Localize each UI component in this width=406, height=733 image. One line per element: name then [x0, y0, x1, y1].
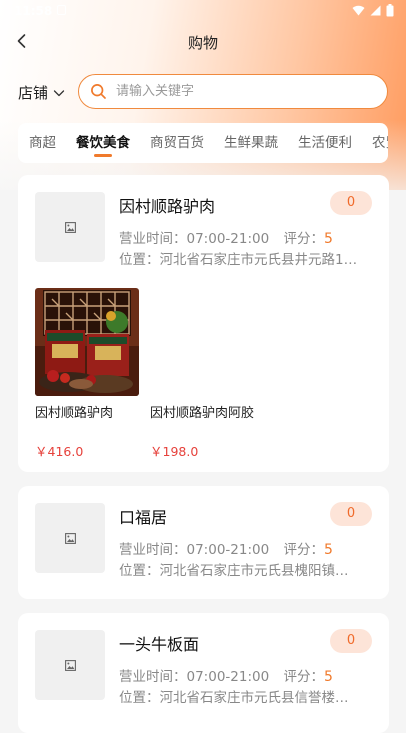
- store-thumbnail: [35, 192, 105, 262]
- hours-label: 营业时间：: [119, 669, 187, 685]
- tab-farm-market[interactable]: 农贸: [372, 123, 388, 163]
- store-thumbnail: [35, 630, 105, 700]
- cart-count-badge: 0: [330, 502, 372, 526]
- product-price: ￥416.0: [35, 444, 84, 459]
- hours-value: 07:00-21:00: [186, 231, 270, 247]
- tab-food[interactable]: 餐饮美食: [76, 123, 130, 163]
- score-value: 5: [323, 542, 333, 558]
- product-name: 因村顺路驴肉阿胶: [150, 406, 255, 421]
- score-label: 评分：: [283, 669, 324, 685]
- store-card[interactable]: 因村顺路驴肉 0 营业时间：07:00-21:00 评分：5 位置：河北省石家庄…: [18, 175, 389, 472]
- tab-general-goods[interactable]: 商贸百货: [150, 123, 204, 163]
- product-name: 因村顺路驴肉: [35, 406, 114, 421]
- store-name: 因村顺路驴肉: [119, 197, 216, 216]
- notification-icon: [57, 5, 66, 15]
- search-input[interactable]: [114, 83, 358, 100]
- score-label: 评分：: [283, 231, 324, 247]
- address-label: 位置：: [119, 563, 160, 579]
- image-placeholder-icon: [64, 659, 76, 671]
- wifi-icon: [352, 5, 365, 16]
- product-item[interactable]: 因村顺路驴肉阿胶 ￥198.0: [150, 288, 258, 460]
- score-value: 5: [323, 231, 333, 247]
- store-card[interactable]: 口福居 0 营业时间：07:00-21:00 评分：5 位置：河北省石家庄市元氏…: [18, 486, 389, 599]
- cart-count-badge: 0: [330, 191, 372, 215]
- store-address: 位置：河北省石家庄市元氏县井元路1…: [119, 248, 374, 268]
- address-label: 位置：: [119, 252, 160, 268]
- product-price: ￥198.0: [150, 444, 199, 459]
- status-bar: 11:58: [0, 0, 406, 22]
- product-item[interactable]: 因村顺路驴肉 ￥416.0: [35, 288, 143, 460]
- system-icons: [352, 4, 394, 17]
- hours-label: 营业时间：: [119, 542, 187, 558]
- score-label: 评分：: [283, 542, 324, 558]
- store-card[interactable]: 一头牛板面 0 营业时间：07:00-21:00 评分：5 位置：河北省石家庄市…: [18, 613, 389, 733]
- tab-convenience[interactable]: 生活便利: [298, 123, 352, 163]
- store-name: 一头牛板面: [119, 635, 200, 654]
- tab-fresh-produce[interactable]: 生鲜果蔬: [224, 123, 278, 163]
- address-value: 河北省石家庄市元氏县信誉楼…: [159, 690, 349, 706]
- store-hours: 营业时间：07:00-21:00 评分：5: [119, 665, 333, 685]
- page-title: 购物: [187, 34, 218, 52]
- address-value: 河北省石家庄市元氏县井元路1…: [159, 252, 358, 268]
- image-placeholder-icon: [64, 532, 76, 544]
- store-hours: 营业时间：07:00-21:00 评分：5: [119, 227, 333, 247]
- signal-icon: [370, 5, 381, 16]
- product-image: [35, 288, 139, 396]
- battery-icon: [386, 4, 394, 17]
- chevron-down-icon: [53, 89, 65, 96]
- shop-type-label: 店铺: [18, 84, 49, 102]
- search-icon: [91, 84, 106, 99]
- store-hours: 营业时间：07:00-21:00 评分：5: [119, 538, 333, 558]
- address-value: 河北省石家庄市元氏县槐阳镇…: [159, 563, 349, 579]
- hours-value: 07:00-21:00: [186, 669, 270, 685]
- tab-supermarket[interactable]: 商超: [29, 123, 56, 163]
- store-thumbnail: [35, 503, 105, 573]
- category-tabs: 商超餐饮美食商贸百货生鲜果蔬生活便利农贸: [18, 123, 388, 163]
- product-image: [150, 288, 254, 396]
- store-name: 口福居: [119, 508, 168, 527]
- address-label: 位置：: [119, 690, 160, 706]
- nav-bar: 购物: [0, 22, 406, 64]
- shop-type-dropdown[interactable]: 店铺: [18, 82, 66, 103]
- hours-label: 营业时间：: [119, 231, 187, 247]
- store-address: 位置：河北省石家庄市元氏县信誉楼…: [119, 686, 374, 706]
- search-bar[interactable]: [78, 74, 388, 109]
- cart-count-badge: 0: [330, 629, 372, 653]
- image-placeholder-icon: [64, 221, 76, 233]
- hours-value: 07:00-21:00: [186, 542, 270, 558]
- score-value: 5: [323, 669, 333, 685]
- status-time: 11:58: [14, 4, 53, 18]
- store-address: 位置：河北省石家庄市元氏县槐阳镇…: [119, 559, 374, 579]
